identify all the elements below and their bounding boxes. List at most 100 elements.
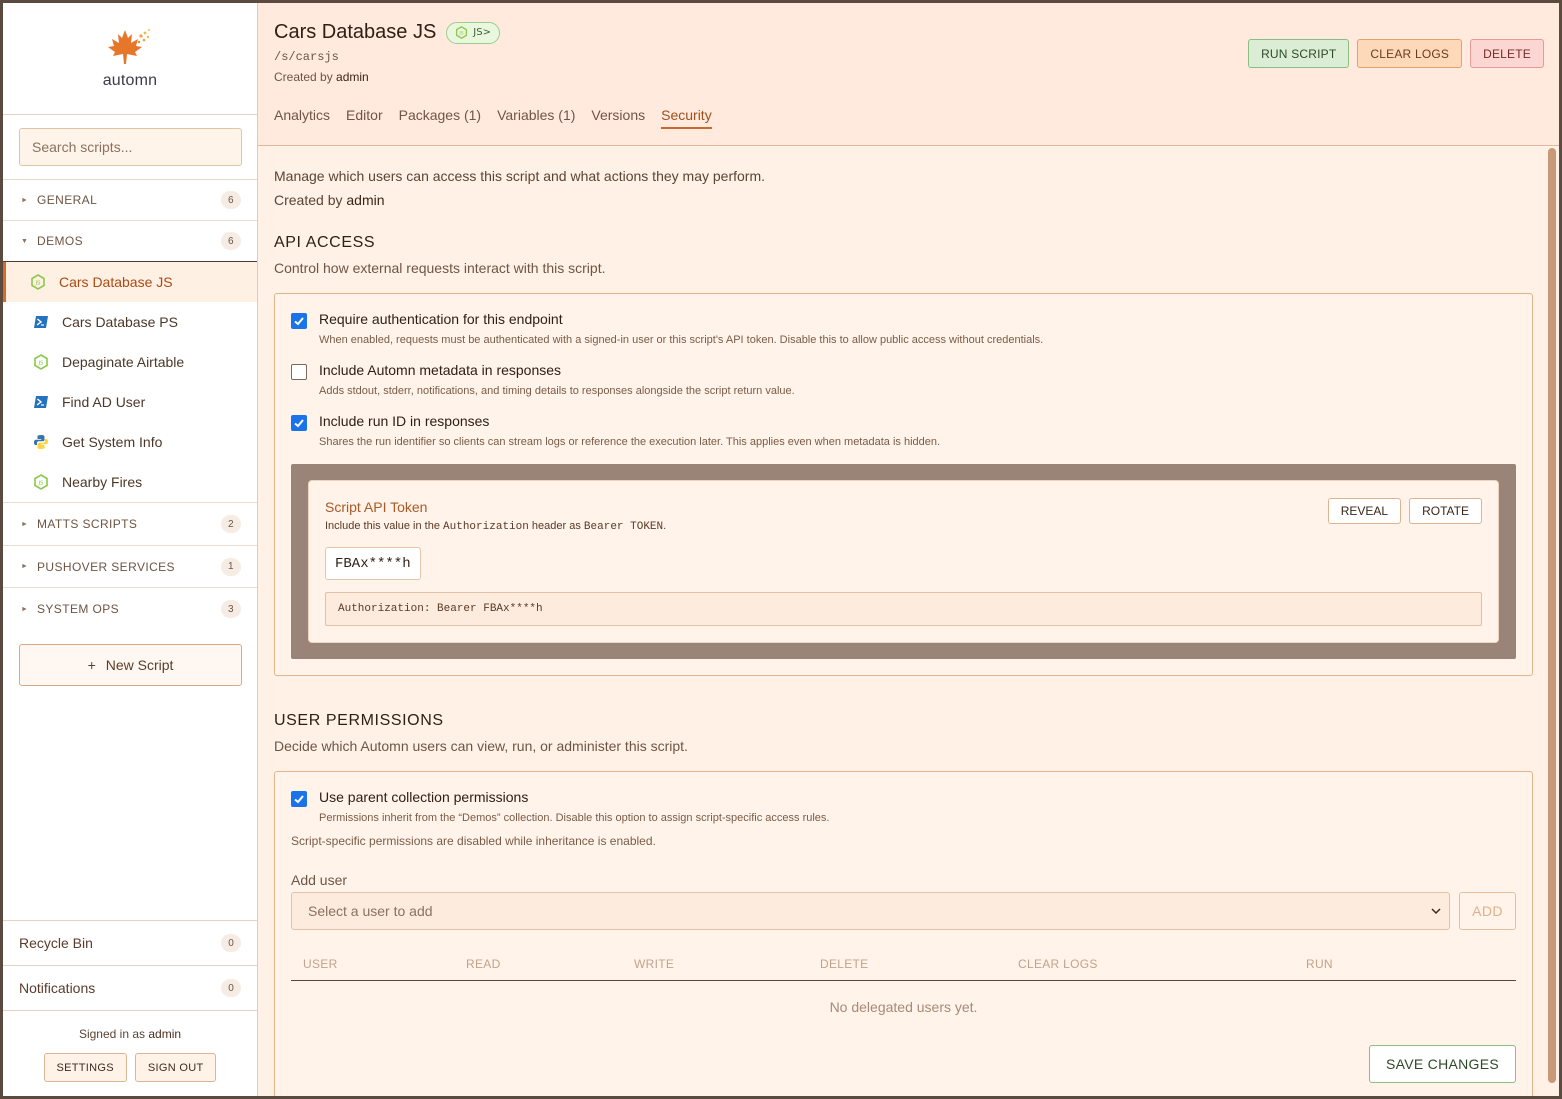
category-matts-scripts[interactable]: ► MATTS SCRIPTS 2 bbox=[3, 503, 257, 546]
scrollbar[interactable] bbox=[1548, 148, 1556, 1083]
save-changes-button[interactable]: SAVE CHANGES bbox=[1368, 1045, 1516, 1083]
settings-button[interactable]: SETTINGS bbox=[43, 1053, 127, 1082]
tab-versions[interactable]: Versions bbox=[591, 107, 645, 129]
category-count: 2 bbox=[221, 515, 241, 533]
notifications-count: 0 bbox=[221, 979, 241, 997]
notifications-link[interactable]: Notifications 0 bbox=[3, 965, 257, 1010]
col-user: USER bbox=[303, 957, 338, 971]
option-desc: When enabled, requests must be authentic… bbox=[319, 334, 1044, 346]
category-system-ops[interactable]: ► SYSTEM OPS 3 bbox=[3, 588, 257, 630]
delete-button[interactable]: DELETE bbox=[1470, 39, 1544, 68]
maple-leaf-icon bbox=[108, 28, 151, 64]
include-metadata-checkbox[interactable] bbox=[291, 364, 307, 380]
option-desc: Shares the run identifier so clients can… bbox=[319, 436, 941, 448]
created-by-prefix: Created by bbox=[274, 192, 343, 208]
script-item-get-system-info[interactable]: Get System Info bbox=[3, 422, 257, 462]
runtime-badge-label: JS> bbox=[473, 27, 491, 38]
empty-permissions-message: No delegated users yet. bbox=[829, 999, 978, 1015]
search-input[interactable] bbox=[19, 128, 242, 166]
api-access-desc: Control how external requests interact w… bbox=[274, 260, 606, 276]
svg-text:JS: JS bbox=[37, 361, 44, 367]
option-text: Require authentication for this endpoint… bbox=[319, 311, 1043, 346]
clear-logs-button[interactable]: CLEAR LOGS bbox=[1357, 39, 1463, 68]
require-auth-checkbox[interactable] bbox=[291, 313, 307, 329]
security-content: Manage which users can access this scrip… bbox=[258, 146, 1559, 1096]
include-run-id-checkbox[interactable] bbox=[291, 415, 307, 431]
tab-variables[interactable]: Variables (1) bbox=[497, 107, 575, 129]
option-label: Require authentication for this endpoint bbox=[319, 311, 563, 327]
header-actions: RUN SCRIPT CLEAR LOGS DELETE bbox=[1248, 39, 1544, 68]
tab-packages[interactable]: Packages (1) bbox=[399, 107, 481, 129]
chevron-down-icon: ▼ bbox=[21, 237, 29, 245]
chevron-right-icon: ► bbox=[21, 563, 29, 570]
category-label: DEMOS bbox=[37, 234, 84, 248]
authorization-header-example[interactable]: Authorization: Bearer FBAx****h bbox=[325, 592, 1482, 626]
tab-editor[interactable]: Editor bbox=[346, 107, 383, 129]
script-item-depaginate-airtable[interactable]: JS Depaginate Airtable bbox=[3, 342, 257, 382]
token-desc-code: Bearer TOKEN bbox=[583, 521, 664, 533]
category-demos[interactable]: ▼ DEMOS 6 bbox=[3, 221, 257, 262]
svg-text:JS: JS bbox=[459, 31, 464, 37]
node-icon: JS bbox=[32, 473, 50, 491]
option-text: Include Automn metadata in responses Add… bbox=[319, 362, 795, 397]
sign-out-button[interactable]: SIGN OUT bbox=[134, 1053, 217, 1082]
run-script-button[interactable]: RUN SCRIPT bbox=[1248, 39, 1350, 68]
script-item-nearby-fires[interactable]: JS Nearby Fires bbox=[3, 462, 257, 502]
api-token-card: Script API Token Include this value in t… bbox=[308, 480, 1499, 643]
script-item-label: Get System Info bbox=[62, 434, 163, 450]
reveal-token-button[interactable]: REVEAL bbox=[1327, 498, 1402, 524]
brand-logo[interactable]: automn bbox=[3, 3, 257, 115]
category-pushover-services[interactable]: ► PUSHOVER SERVICES 1 bbox=[3, 546, 257, 588]
svg-text:JS: JS bbox=[34, 281, 41, 287]
account-buttons: SETTINGS SIGN OUT bbox=[3, 1053, 257, 1082]
chevron-right-icon: ► bbox=[21, 605, 29, 613]
col-clear-logs: CLEAR LOGS bbox=[1018, 957, 1098, 971]
script-header: Cars Database JS JS JS> /s/carsjs Create… bbox=[258, 3, 1559, 146]
security-created-by: Created by admin bbox=[274, 188, 1533, 212]
script-item-find-ad-user[interactable]: Find AD User bbox=[3, 382, 257, 422]
created-by-user: admin bbox=[336, 70, 369, 84]
include-metadata-option: Include Automn metadata in responses Add… bbox=[291, 362, 1516, 397]
rotate-token-button[interactable]: ROTATE bbox=[1409, 498, 1482, 524]
token-overlay: Script API Token Include this value in t… bbox=[291, 464, 1516, 659]
token-value[interactable]: FBAx****h bbox=[325, 547, 421, 580]
script-item-cars-database-js[interactable]: JS Cars Database JS bbox=[3, 262, 257, 302]
require-auth-option: Require authentication for this endpoint… bbox=[291, 311, 1516, 346]
tab-analytics[interactable]: Analytics bbox=[274, 107, 330, 129]
new-script-label: New Script bbox=[105, 657, 174, 673]
category-general[interactable]: ► GENERAL 6 bbox=[3, 180, 257, 221]
col-write: WRITE bbox=[634, 957, 675, 971]
created-by-prefix: Created by bbox=[274, 70, 333, 84]
script-item-cars-database-ps[interactable]: Cars Database PS bbox=[3, 302, 257, 342]
option-label: Use parent collection permissions bbox=[319, 789, 529, 805]
col-read: READ bbox=[466, 957, 501, 971]
user-select[interactable]: Select a user to add bbox=[291, 892, 1450, 930]
checkmark-icon bbox=[294, 317, 304, 326]
node-icon: JS bbox=[32, 353, 50, 371]
api-access-title: API ACCESS bbox=[274, 234, 376, 251]
new-script-button[interactable]: + New Script bbox=[19, 644, 242, 686]
plus-icon: + bbox=[87, 657, 96, 673]
node-icon: JS bbox=[29, 273, 47, 291]
category-count: 3 bbox=[221, 600, 241, 618]
option-desc: Adds stdout, stderr, notifications, and … bbox=[319, 385, 795, 397]
user-permissions-title: USER PERMISSIONS bbox=[274, 712, 444, 729]
tab-security[interactable]: Security bbox=[661, 107, 712, 129]
token-desc-text: . bbox=[663, 520, 667, 532]
chevron-right-icon: ► bbox=[21, 520, 29, 528]
script-item-label: Find AD User bbox=[62, 394, 146, 410]
col-delete: DELETE bbox=[820, 957, 869, 971]
inherit-permissions-checkbox[interactable] bbox=[291, 791, 307, 807]
token-desc-text: Include this value in the bbox=[325, 520, 440, 532]
add-user-button[interactable]: ADD bbox=[1459, 892, 1516, 930]
python-icon bbox=[32, 433, 50, 451]
node-icon: JS bbox=[456, 26, 468, 39]
include-run-id-option: Include run ID in responses Shares the r… bbox=[291, 413, 1516, 448]
category-count: 6 bbox=[221, 232, 241, 250]
category-label: SYSTEM OPS bbox=[37, 602, 120, 616]
signed-in-user: admin bbox=[148, 1027, 182, 1041]
token-desc-code: Authorization bbox=[443, 521, 529, 533]
script-item-label: Nearby Fires bbox=[62, 474, 143, 490]
recycle-bin-link[interactable]: Recycle Bin 0 bbox=[3, 920, 257, 965]
